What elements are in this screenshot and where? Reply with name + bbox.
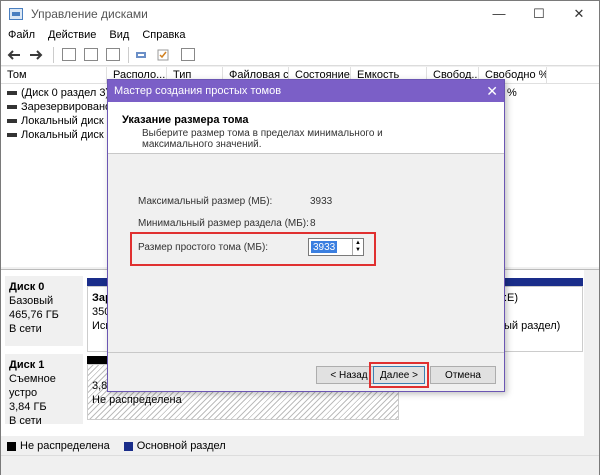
connect-icon[interactable] [133,47,151,63]
minimize-button[interactable]: — [479,1,519,26]
partition-label: :E) [504,292,519,304]
partition-status: Исп [92,320,108,332]
max-size-value: 3933 [310,196,333,207]
properties-icon[interactable] [181,48,195,61]
disk-management-icon [9,7,23,20]
wizard-separator [108,352,504,353]
column-volume[interactable]: Том [1,67,107,83]
list-item[interactable]: (Диск 0 раздел 3) [7,87,109,99]
legend-unallocated: Не распределена [20,440,110,452]
list-item[interactable]: Локальный диск ... [7,129,116,141]
new-simple-volume-wizard: Мастер создания простых томов ✕ Указание… [107,79,505,392]
back-arrow-icon[interactable] [5,47,23,63]
menu-bar: Файл Действие Вид Справка [1,26,599,44]
close-button[interactable]: ✕ [559,1,599,26]
disk-status: В сети [9,323,42,335]
disk-0-reserved-partition[interactable]: Зар 350 Исп [87,286,109,352]
console-tree-icon[interactable] [62,48,76,61]
volume-name: (Диск 0 раздел 3) [21,87,110,99]
menu-action[interactable]: Действие [48,29,96,41]
volume-icon [7,133,17,137]
min-size-label: Минимальный размер раздела (МБ): [138,218,309,229]
wizard-subheading: Выберите размер тома в пределах минималь… [142,128,383,150]
stepper-arrows-icon[interactable]: ▲ ▼ [352,239,363,255]
wizard-title: Мастер создания простых томов [114,85,282,97]
toolbar-separator [128,46,129,63]
next-button[interactable]: Далее > [373,366,425,384]
disk-size: 465,76 ГБ [9,309,59,321]
menu-help[interactable]: Справка [142,29,185,41]
maximize-button[interactable]: ☐ [519,1,559,26]
disk-size: 3,84 ГБ [9,401,47,413]
toolbar-separator [53,46,54,63]
disk-type: Базовый [9,295,54,307]
wizard-close-icon[interactable]: ✕ [486,83,498,100]
window-title: Управление дисками [31,6,148,21]
legend: Не распределена Основной раздел [1,438,599,454]
free-percent-fragment: % [507,87,517,99]
toolbar [1,44,599,66]
list-view-icon[interactable] [106,48,120,61]
partition-status: Не распределена [92,394,182,406]
check-icon[interactable] [155,47,173,63]
wizard-header: Указание размера тома Выберите размер то… [108,102,504,154]
legend-primary-partition: Основной раздел [136,440,226,452]
disk-name: Диск 0 [9,281,45,293]
max-size-label: Максимальный размер (МБ): [138,196,273,207]
unallocated-swatch [7,441,16,451]
menu-file[interactable]: Файл [8,29,35,41]
volume-size-label: Размер простого тома (МБ): [138,242,269,253]
volume-icon [7,105,17,109]
help-icon[interactable] [84,48,98,61]
partition-status: ый раздел) [504,320,561,332]
partition-size: 350 [92,306,109,318]
disk-map-scrollbar[interactable] [584,270,599,437]
volume-name: Локальный диск ... [21,129,116,141]
volume-icon [7,119,17,123]
wizard-heading: Указание размера тома [122,114,249,126]
menu-view[interactable]: Вид [109,29,129,41]
partition-title: Зар [92,292,108,304]
forward-arrow-icon[interactable] [27,47,45,63]
disk-type: Съемное устро [9,373,56,399]
volume-icon [7,91,17,95]
list-item[interactable]: Зарезервировано... [7,101,120,113]
disk-status: В сети [9,415,42,427]
disk-0-local-partition[interactable]: :E) ый раздел) [497,286,583,352]
cancel-button[interactable]: Отмена [430,366,496,384]
list-item[interactable]: Локальный диск ... [7,115,116,127]
volume-name: Локальный диск ... [21,115,116,127]
volume-size-value[interactable]: 3933 [311,241,338,253]
title-bar: Управление дисками — ☐ ✕ [1,1,599,26]
volume-name: Зарезервировано... [21,101,121,113]
wizard-title-bar: Мастер создания простых томов ✕ [108,80,504,102]
volume-size-stepper[interactable]: 3933 ▲ ▼ [308,238,364,256]
disk-0-info[interactable]: Диск 0 Базовый 465,76 ГБ В сети [5,276,83,346]
status-bar [1,455,599,475]
disk-name: Диск 1 [9,359,45,371]
primary-partition-swatch [123,441,133,451]
disk-1-info[interactable]: Диск 1 Съемное устро 3,84 ГБ В сети [5,354,83,427]
min-size-value: 8 [310,218,316,229]
